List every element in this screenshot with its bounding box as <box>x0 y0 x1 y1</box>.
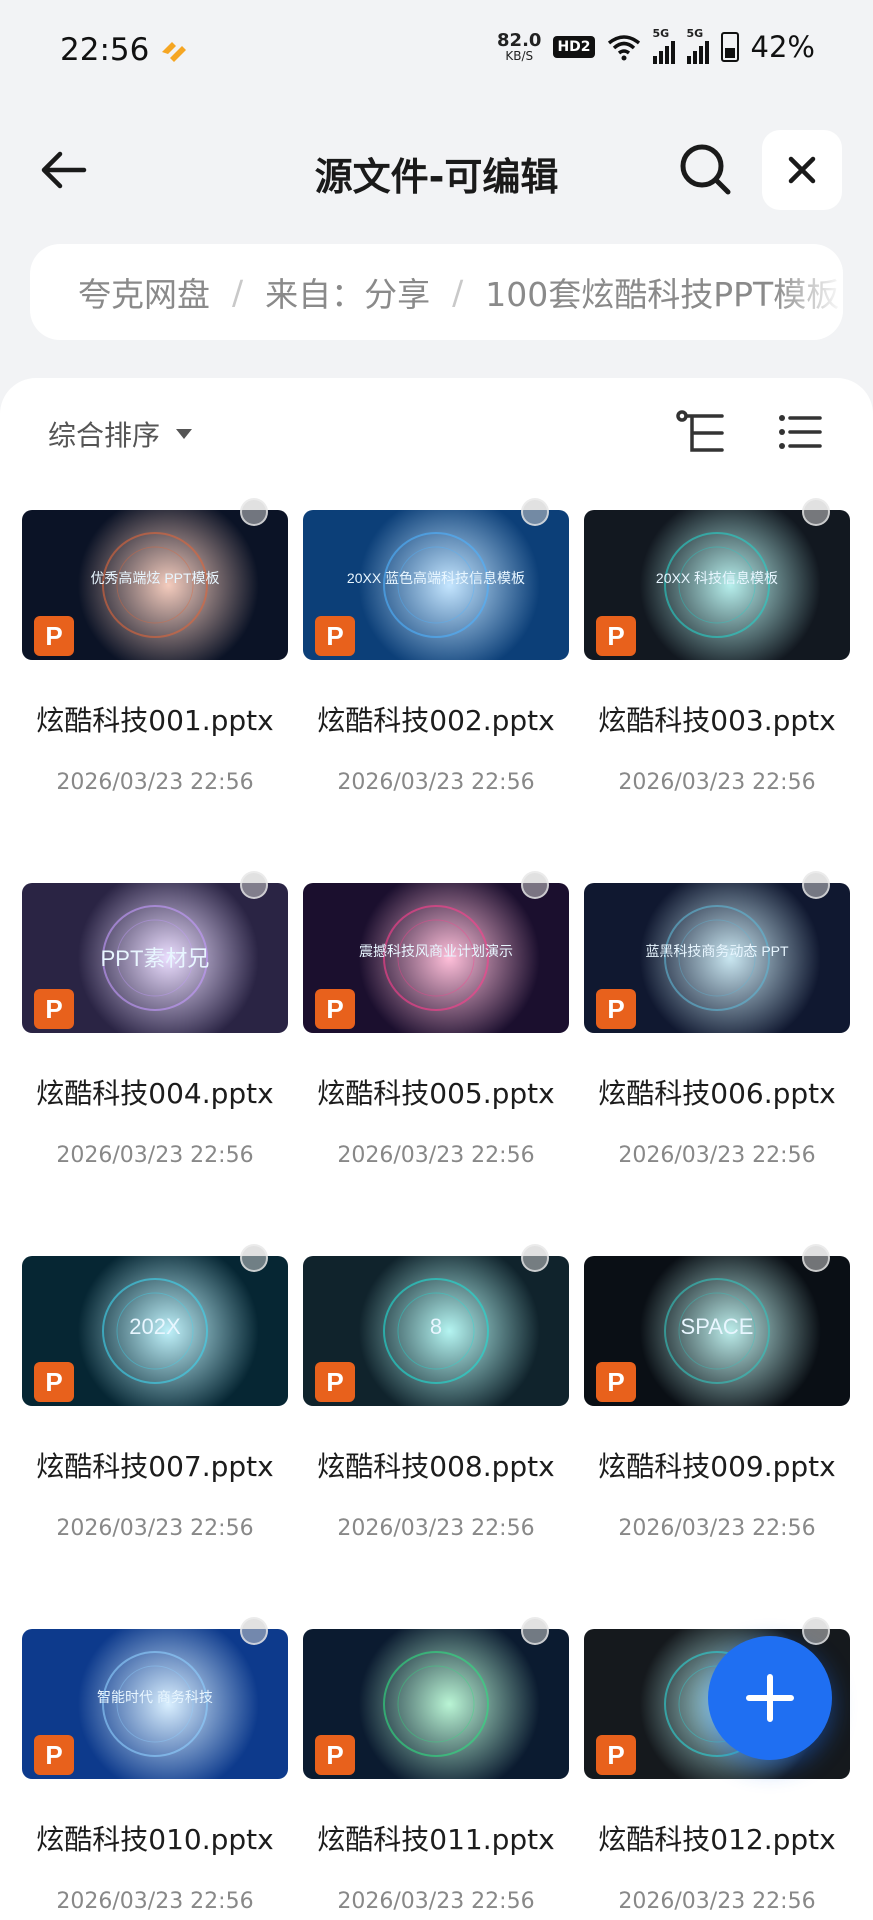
file-date: 2026/03/23 22:56 <box>337 1143 535 1168</box>
file-card[interactable]: 优秀高端炫 PPT模板 P 炫酷科技001.pptx 2026/03/23 22:56 <box>0 486 288 846</box>
thumbnail-title: 20XX 蓝色高端科技信息模板 <box>346 570 526 586</box>
search-icon[interactable] <box>676 140 734 198</box>
select-checkbox[interactable] <box>240 871 268 899</box>
ppt-icon: P <box>596 616 636 656</box>
tree-view-icon[interactable] <box>676 410 728 456</box>
select-checkbox[interactable] <box>802 1244 830 1272</box>
file-name: 炫酷科技002.pptx <box>317 704 555 737</box>
select-checkbox[interactable] <box>521 498 549 526</box>
thumbnail-title: 8 <box>429 1314 443 1339</box>
status-indicators: 82.0 KB/S HD2 5G 5G 42% <box>497 27 815 65</box>
ppt-icon: P <box>315 989 355 1029</box>
file-name: 炫酷科技009.pptx <box>598 1450 836 1483</box>
ppt-icon: P <box>315 1362 355 1402</box>
ppt-icon: P <box>315 616 355 656</box>
file-name: 炫酷科技010.pptx <box>36 1823 274 1856</box>
cellular-signal-icon: 5G <box>652 27 675 64</box>
file-name: 炫酷科技001.pptx <box>36 704 274 737</box>
ppt-icon: P <box>34 1735 74 1775</box>
breadcrumb-separator: / <box>452 272 464 312</box>
breadcrumb-fade <box>773 244 843 340</box>
file-card[interactable]: 震撼科技风商业计划演示 P 炫酷科技005.pptx 2026/03/23 22:56 <box>281 859 569 1219</box>
file-date: 2026/03/23 22:56 <box>56 1516 254 1541</box>
thumbnail-title: 202X <box>129 1314 181 1339</box>
file-card[interactable]: P 炫酷科技011.pptx 2026/03/23 22:56 <box>281 1605 569 1920</box>
status-bar: 22:56 82.0 KB/S HD2 5G 5G 42% <box>0 0 873 100</box>
thumbnail-title: PPT素材兄 <box>100 946 210 971</box>
select-checkbox[interactable] <box>240 1617 268 1645</box>
file-card[interactable]: 20XX 科技信息模板 P 炫酷科技003.pptx 2026/03/23 22:56 <box>562 486 850 846</box>
thumbnail-title: 智能时代 商务科技 <box>97 1689 213 1705</box>
ppt-icon: P <box>596 989 636 1029</box>
file-name: 炫酷科技006.pptx <box>598 1077 836 1110</box>
file-name: 炫酷科技004.pptx <box>36 1077 274 1110</box>
app-notification-icon <box>162 42 186 62</box>
file-date: 2026/03/23 22:56 <box>337 770 535 795</box>
breadcrumb-item[interactable]: 来自：分享 <box>265 268 430 316</box>
select-checkbox[interactable] <box>802 498 830 526</box>
file-card[interactable]: 20XX 蓝色高端科技信息模板 P 炫酷科技002.pptx 2026/03/23 2… <box>281 486 569 846</box>
select-checkbox[interactable] <box>521 871 549 899</box>
file-name: 炫酷科技012.pptx <box>598 1823 836 1856</box>
battery-percentage: 42% <box>750 30 815 64</box>
file-date: 2026/03/23 22:56 <box>337 1516 535 1541</box>
sort-dropdown[interactable]: 综合排序 <box>48 414 193 454</box>
plus-icon <box>746 1674 794 1722</box>
file-date: 2026/03/23 22:56 <box>56 1143 254 1168</box>
select-checkbox[interactable] <box>240 498 268 526</box>
caret-down-icon <box>176 429 193 439</box>
status-time: 22:56 <box>60 32 150 68</box>
file-name: 炫酷科技005.pptx <box>317 1077 555 1110</box>
cellular-signal-icon: 5G <box>686 27 709 64</box>
file-date: 2026/03/23 22:56 <box>337 1889 535 1914</box>
file-date: 2026/03/23 22:56 <box>618 770 816 795</box>
thumbnail-title: 蓝黑科技商务动态 PPT <box>645 943 789 959</box>
file-card[interactable]: 202X P 炫酷科技007.pptx 2026/03/23 22:56 <box>0 1232 288 1592</box>
file-name: 炫酷科技007.pptx <box>36 1450 274 1483</box>
ppt-icon: P <box>596 1735 636 1775</box>
breadcrumb: 夸克网盘 / 来自：分享 / 100套炫酷科技PPT模板 <box>30 244 843 340</box>
hd-voice-icon: HD2 <box>553 36 595 58</box>
thumbnail-title: 震撼科技风商业计划演示 <box>359 943 513 959</box>
thumbnail-title: SPACE <box>680 1314 754 1339</box>
select-checkbox[interactable] <box>802 1617 830 1645</box>
close-icon <box>788 156 816 184</box>
add-button[interactable] <box>708 1636 832 1760</box>
page-title: 源文件-可编辑 <box>314 155 559 199</box>
file-card[interactable]: 8 P 炫酷科技008.pptx 2026/03/23 22:56 <box>281 1232 569 1592</box>
file-card[interactable]: SPACE P 炫酷科技009.pptx 2026/03/23 22:56 <box>562 1232 850 1592</box>
wifi-icon <box>607 35 640 61</box>
ppt-icon: P <box>596 1362 636 1402</box>
battery-icon <box>720 32 739 62</box>
select-checkbox[interactable] <box>240 1244 268 1272</box>
file-date: 2026/03/23 22:56 <box>618 1143 816 1168</box>
list-view-icon[interactable] <box>778 412 822 452</box>
thumbnail-title: 20XX 科技信息模板 <box>655 570 779 586</box>
ppt-icon: P <box>34 616 74 656</box>
file-card[interactable]: PPT素材兄 P 炫酷科技004.pptx 2026/03/23 22:56 <box>0 859 288 1219</box>
file-card[interactable]: 智能时代 商务科技 P 炫酷科技010.pptx 2026/03/23 22:56 <box>0 1605 288 1920</box>
file-name: 炫酷科技008.pptx <box>317 1450 555 1483</box>
top-app-bar: 源文件-可编辑 <box>0 120 873 220</box>
file-name: 炫酷科技003.pptx <box>598 704 836 737</box>
sort-label: 综合排序 <box>48 419 161 452</box>
file-date: 2026/03/23 22:56 <box>618 1889 816 1914</box>
file-date: 2026/03/23 22:56 <box>618 1516 816 1541</box>
select-checkbox[interactable] <box>521 1244 549 1272</box>
file-date: 2026/03/23 22:56 <box>56 1889 254 1914</box>
file-card[interactable]: 蓝黑科技商务动态 PPT P 炫酷科技006.pptx 2026/03/23 22:5… <box>562 859 850 1219</box>
select-checkbox[interactable] <box>521 1617 549 1645</box>
ppt-icon: P <box>315 1735 355 1775</box>
close-button[interactable] <box>762 130 842 210</box>
select-checkbox[interactable] <box>802 871 830 899</box>
breadcrumb-separator: / <box>232 272 244 312</box>
ppt-icon: P <box>34 989 74 1029</box>
ppt-icon: P <box>34 1362 74 1402</box>
file-date: 2026/03/23 22:56 <box>56 770 254 795</box>
thumbnail-title: 优秀高端炫 PPT模板 <box>90 570 220 586</box>
network-speed: 82.0 KB/S <box>497 30 542 63</box>
file-name: 炫酷科技011.pptx <box>317 1823 555 1856</box>
breadcrumb-item[interactable]: 夸克网盘 <box>78 268 210 316</box>
